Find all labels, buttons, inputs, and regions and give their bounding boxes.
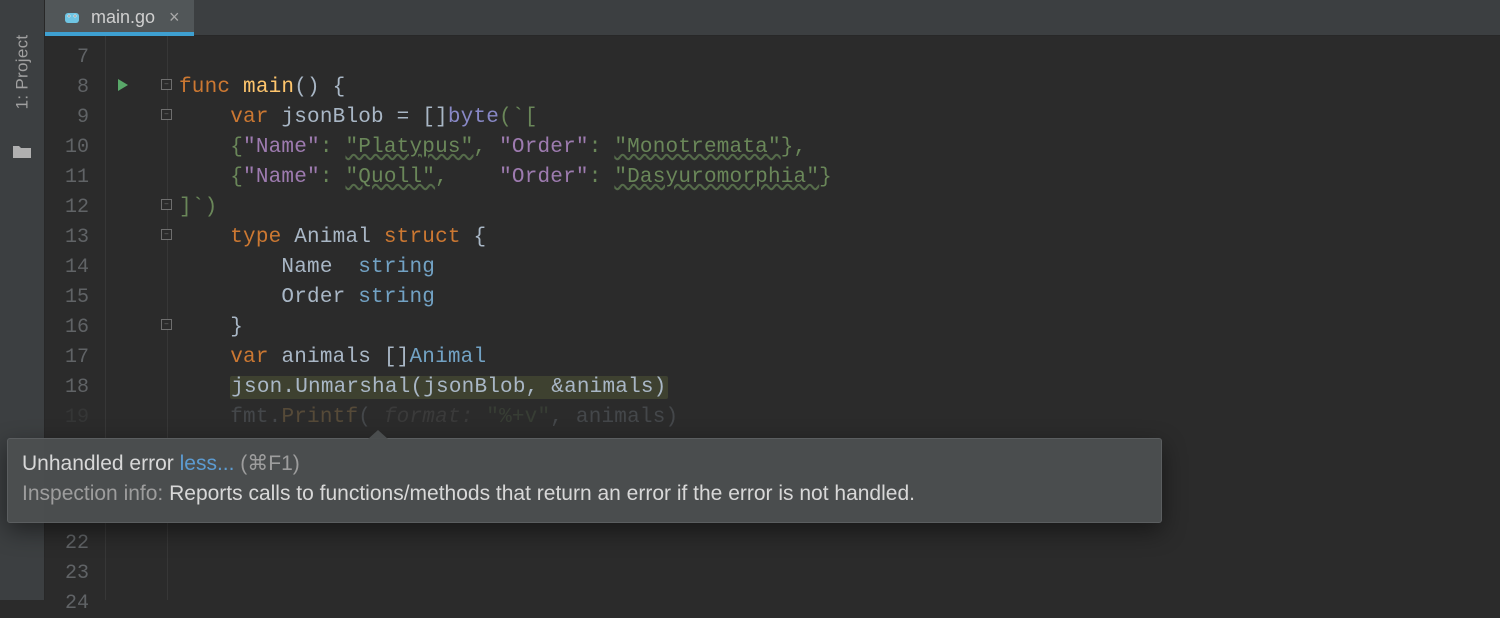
line-number: 22	[45, 532, 105, 555]
line-number: 12	[45, 196, 105, 219]
tooltip-title: Unhandled error	[22, 452, 180, 475]
tooltip-shortcut: (⌘F1)	[240, 452, 300, 475]
line-number: 18	[45, 376, 105, 399]
fold-end-icon[interactable]: –	[161, 199, 172, 210]
line-number: 7	[45, 46, 105, 69]
line-number: 11	[45, 166, 105, 189]
line-number: 10	[45, 136, 105, 159]
line-number: 15	[45, 286, 105, 309]
line-number: 13	[45, 226, 105, 249]
line-number: 23	[45, 562, 105, 585]
tooltip-info-text: Reports calls to functions/methods that …	[169, 482, 915, 505]
line-number: 8	[45, 76, 105, 99]
project-folder-icon[interactable]	[12, 144, 32, 160]
fold-end-icon[interactable]: –	[161, 319, 172, 330]
tooltip-arrow-icon	[368, 430, 388, 439]
fold-icon[interactable]: –	[161, 79, 172, 90]
line-number: 16	[45, 316, 105, 339]
run-gutter-icon[interactable]	[115, 76, 129, 99]
warning-highlight: json.Unmarshal(jsonBlob, &animals)	[230, 376, 667, 399]
go-file-icon	[63, 8, 81, 26]
line-number: 19	[45, 406, 105, 429]
inspection-tooltip: Unhandled error less... (⌘F1) Inspection…	[7, 438, 1162, 523]
line-number: 9	[45, 106, 105, 129]
tab-main-go[interactable]: main.go ×	[45, 0, 194, 35]
editor-tab-bar: main.go ×	[45, 0, 1500, 36]
fold-icon[interactable]: –	[161, 229, 172, 240]
line-number: 24	[45, 592, 105, 615]
line-number: 14	[45, 256, 105, 279]
line-number: 17	[45, 346, 105, 369]
close-icon[interactable]: ×	[165, 7, 184, 28]
tab-filename: main.go	[91, 7, 155, 28]
tooltip-less-link[interactable]: less...	[180, 452, 235, 475]
fold-icon[interactable]: –	[161, 109, 172, 120]
code-rows: 7 8 – func main() { 9 – var jsonBlob = […	[45, 42, 1500, 618]
tooltip-info-label: Inspection info:	[22, 482, 169, 505]
dimmed-row: 19 fmt.Printf( format: "%+v", animals)	[45, 402, 1500, 432]
project-tool-label[interactable]: 1: Project	[12, 35, 32, 110]
